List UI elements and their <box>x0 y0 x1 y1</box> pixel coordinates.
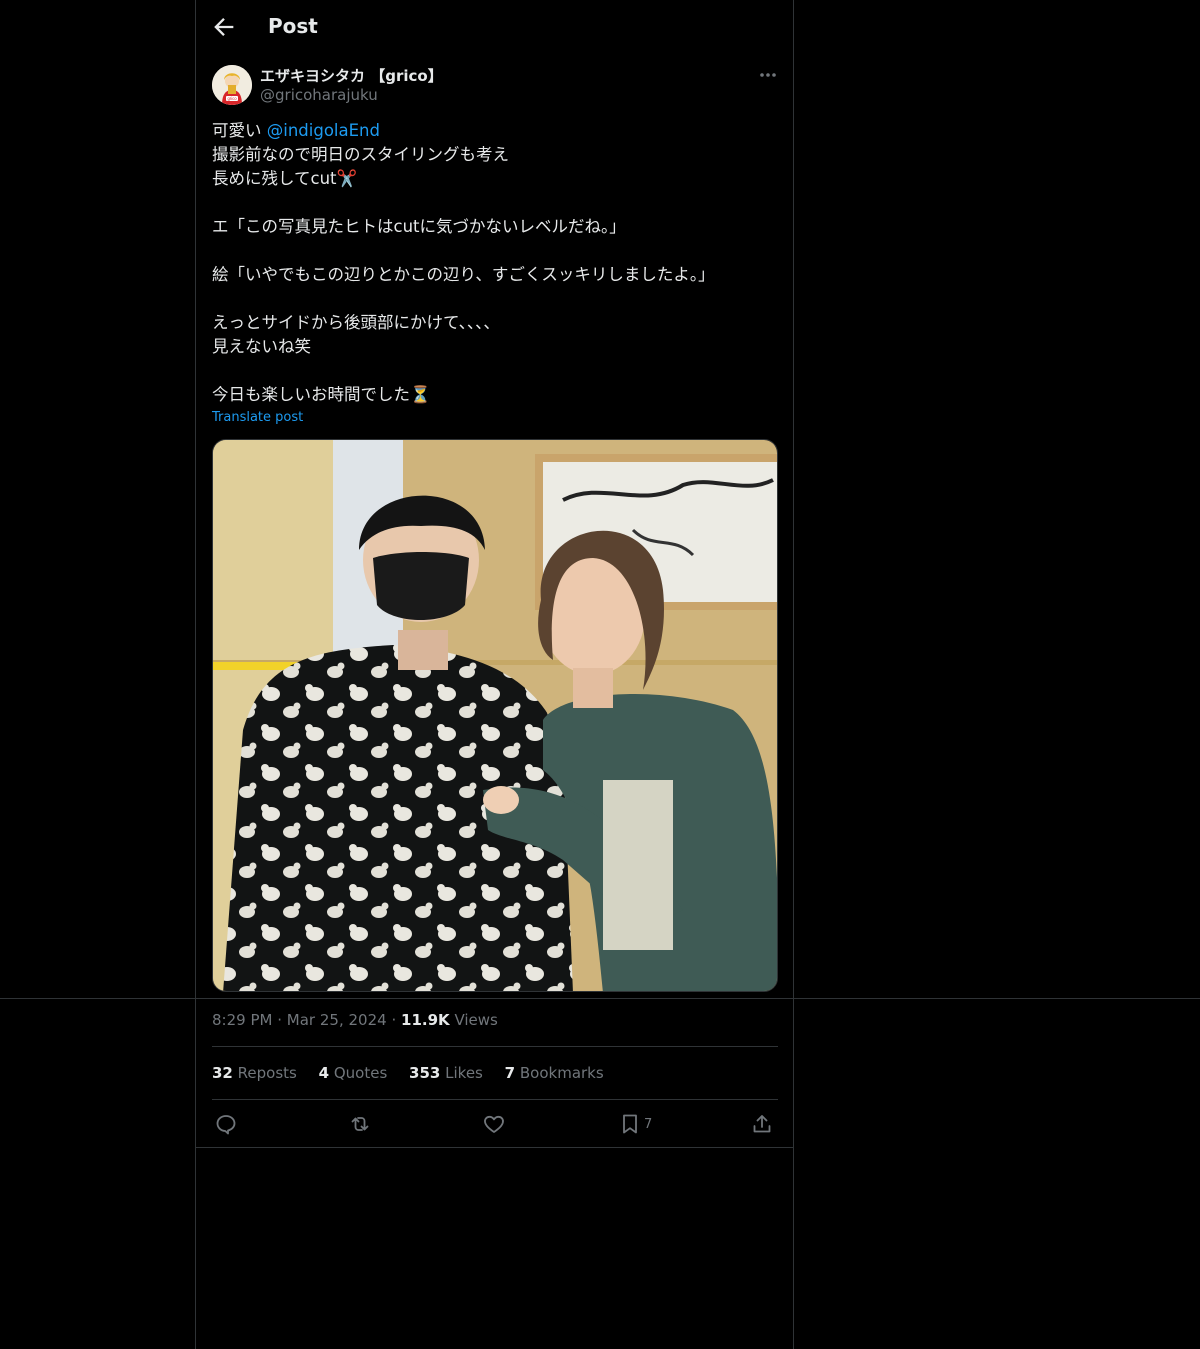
reply-button[interactable] <box>214 1112 242 1138</box>
post-line <box>212 191 772 215</box>
like-icon <box>484 1115 504 1133</box>
divider <box>212 1046 778 1047</box>
quotes-stat[interactable]: 4 Quotes <box>319 1064 388 1082</box>
like-button[interactable] <box>482 1112 510 1138</box>
divider <box>0 998 1200 999</box>
back-arrow-icon <box>214 18 234 36</box>
post-line: 見えないね笑 <box>212 337 311 356</box>
repost-button[interactable] <box>348 1112 376 1138</box>
post-line: 可愛い @indigolaEnd <box>212 121 380 140</box>
post-meta: 8:29 PM · Mar 25, 2024 · 11.9K Views <box>212 1011 498 1029</box>
post-line <box>212 239 772 263</box>
post-line <box>212 287 772 311</box>
page-header: Post <box>196 0 793 54</box>
engagement-stats: 32 Reposts 4 Quotes 353 Likes 7 Bookmark… <box>212 1064 621 1082</box>
post-line: 今日も楽しいお時間でした⏳ <box>212 385 431 404</box>
more-icon <box>760 73 776 77</box>
post-photo[interactable] <box>212 439 778 992</box>
translate-post-link[interactable]: Translate post <box>212 410 303 425</box>
bookmark-count: 7 <box>644 1117 653 1132</box>
mention-link[interactable]: @indigolaEnd <box>267 121 380 140</box>
avatar-badge: grico <box>227 96 237 101</box>
post-text: 可愛い @indigolaEnd 撮影前なので明日のスタイリングも考え 長めに残… <box>212 119 772 407</box>
divider <box>195 1147 794 1148</box>
reposts-stat[interactable]: 32 Reposts <box>212 1064 297 1082</box>
share-button[interactable] <box>750 1112 778 1138</box>
author-name[interactable]: エザキヨシタカ 【grico】 <box>260 65 443 86</box>
post-date[interactable]: Mar 25, 2024 <box>287 1011 387 1029</box>
repost-icon <box>351 1117 369 1131</box>
bookmark-button[interactable] <box>618 1112 646 1138</box>
post-line: 絵「いやでもこの辺りとかこの辺り、すごくスッキリしましたよ。」 <box>212 265 715 284</box>
bookmark-icon <box>623 1114 637 1134</box>
share-icon <box>753 1115 771 1133</box>
views-label: Views <box>454 1011 498 1029</box>
post-line: エ「この写真見たヒトはcutに気づかないレベルだね。」 <box>212 217 626 236</box>
page-title: Post <box>268 14 318 38</box>
likes-stat[interactable]: 353 Likes <box>409 1064 483 1082</box>
avatar[interactable]: grico <box>212 65 252 105</box>
post-time[interactable]: 8:29 PM <box>212 1011 272 1029</box>
divider <box>212 1099 778 1100</box>
author-handle[interactable]: @gricoharajuku <box>260 86 378 104</box>
post-line <box>212 359 772 383</box>
reply-icon <box>216 1115 236 1135</box>
back-button[interactable] <box>210 13 238 41</box>
post-line: 長めに残してcut✂️ <box>212 169 358 188</box>
more-button[interactable] <box>754 64 782 86</box>
post-line: えっとサイドから後頭部にかけて、、、、 <box>212 313 500 332</box>
bookmarks-stat[interactable]: 7 Bookmarks <box>505 1064 604 1082</box>
views-count: 11.9K <box>401 1011 450 1029</box>
post-line: 撮影前なので明日のスタイリングも考え <box>212 145 509 164</box>
